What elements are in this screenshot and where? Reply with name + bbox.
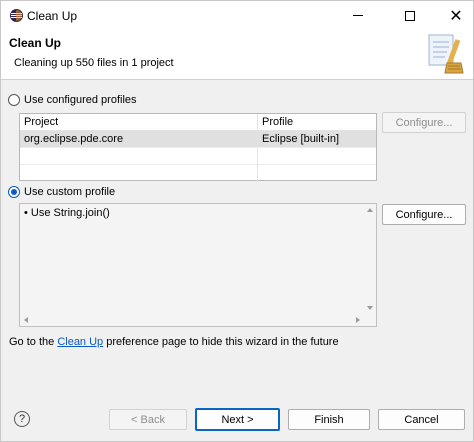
hint-prefix: Go to the <box>9 336 58 348</box>
custom-profile-radio[interactable] <box>8 186 20 198</box>
empty-cell <box>20 165 258 182</box>
clean-up-dialog: Clean Up ✕ Clean Up Cleaning up 550 file… <box>0 0 474 442</box>
configured-profiles-radio[interactable] <box>8 94 20 106</box>
profile-cell: Eclipse [built-in] <box>262 133 340 145</box>
help-icon[interactable]: ? <box>14 411 30 427</box>
minimize-icon <box>353 15 363 16</box>
configure-custom-button[interactable]: Configure... <box>382 204 466 225</box>
use-configured-profiles-option[interactable]: Use configured profiles <box>8 94 137 106</box>
maximize-icon <box>405 10 415 21</box>
close-icon: ✕ <box>449 7 463 25</box>
window-title: Clean Up <box>27 9 78 23</box>
back-button[interactable]: < Back <box>109 409 187 430</box>
list-item: • Use String.join() <box>24 207 110 219</box>
project-cell: org.eclipse.pde.core <box>20 131 258 147</box>
configure-configured-button[interactable]: Configure... <box>382 112 466 133</box>
scroll-right-icon[interactable] <box>356 317 360 323</box>
page-description: Cleaning up 550 files in 1 project <box>14 57 174 69</box>
scroll-down-icon[interactable] <box>367 306 373 310</box>
finish-button[interactable]: Finish <box>288 409 370 430</box>
column-header-project[interactable]: Project <box>20 114 258 130</box>
horizontal-scrollbar[interactable] <box>20 314 376 326</box>
configured-profiles-label: Use configured profiles <box>24 94 137 106</box>
custom-profile-label: Use custom profile <box>24 186 116 198</box>
profiles-table: Project Profile org.eclipse.pde.core Ecl… <box>19 113 377 182</box>
empty-table-row <box>20 165 376 182</box>
custom-profile-summary: • Use String.join() <box>19 203 377 327</box>
empty-table-row <box>20 148 376 165</box>
eclipse-app-icon <box>10 9 23 22</box>
empty-cell <box>258 148 376 165</box>
table-row[interactable]: org.eclipse.pde.core Eclipse [built-in] <box>20 131 376 148</box>
title-bar: Clean Up ✕ <box>1 1 473 30</box>
empty-cell <box>258 165 376 182</box>
clean-up-wizard-icon <box>428 34 464 74</box>
scroll-up-icon[interactable] <box>367 208 373 212</box>
use-custom-profile-option[interactable]: Use custom profile <box>8 186 115 198</box>
vertical-scrollbar[interactable] <box>364 204 376 314</box>
cancel-button[interactable]: Cancel <box>378 409 465 430</box>
wizard-header: Clean Up Cleaning up 550 files in 1 proj… <box>1 30 473 80</box>
close-button[interactable]: ✕ <box>433 1 474 30</box>
page-title: Clean Up <box>9 36 62 50</box>
hint-suffix: preference page to hide this wizard in t… <box>103 336 339 348</box>
column-header-profile[interactable]: Profile <box>258 114 376 130</box>
clean-up-preference-link[interactable]: Clean Up <box>57 336 103 348</box>
scroll-left-icon[interactable] <box>24 317 28 323</box>
table-header: Project Profile <box>20 114 376 131</box>
maximize-button[interactable] <box>387 1 433 30</box>
next-button[interactable]: Next > <box>195 408 280 431</box>
minimize-button[interactable] <box>335 1 381 30</box>
empty-cell <box>20 148 258 165</box>
preference-hint: Go to the Clean Up preference page to hi… <box>9 336 339 348</box>
